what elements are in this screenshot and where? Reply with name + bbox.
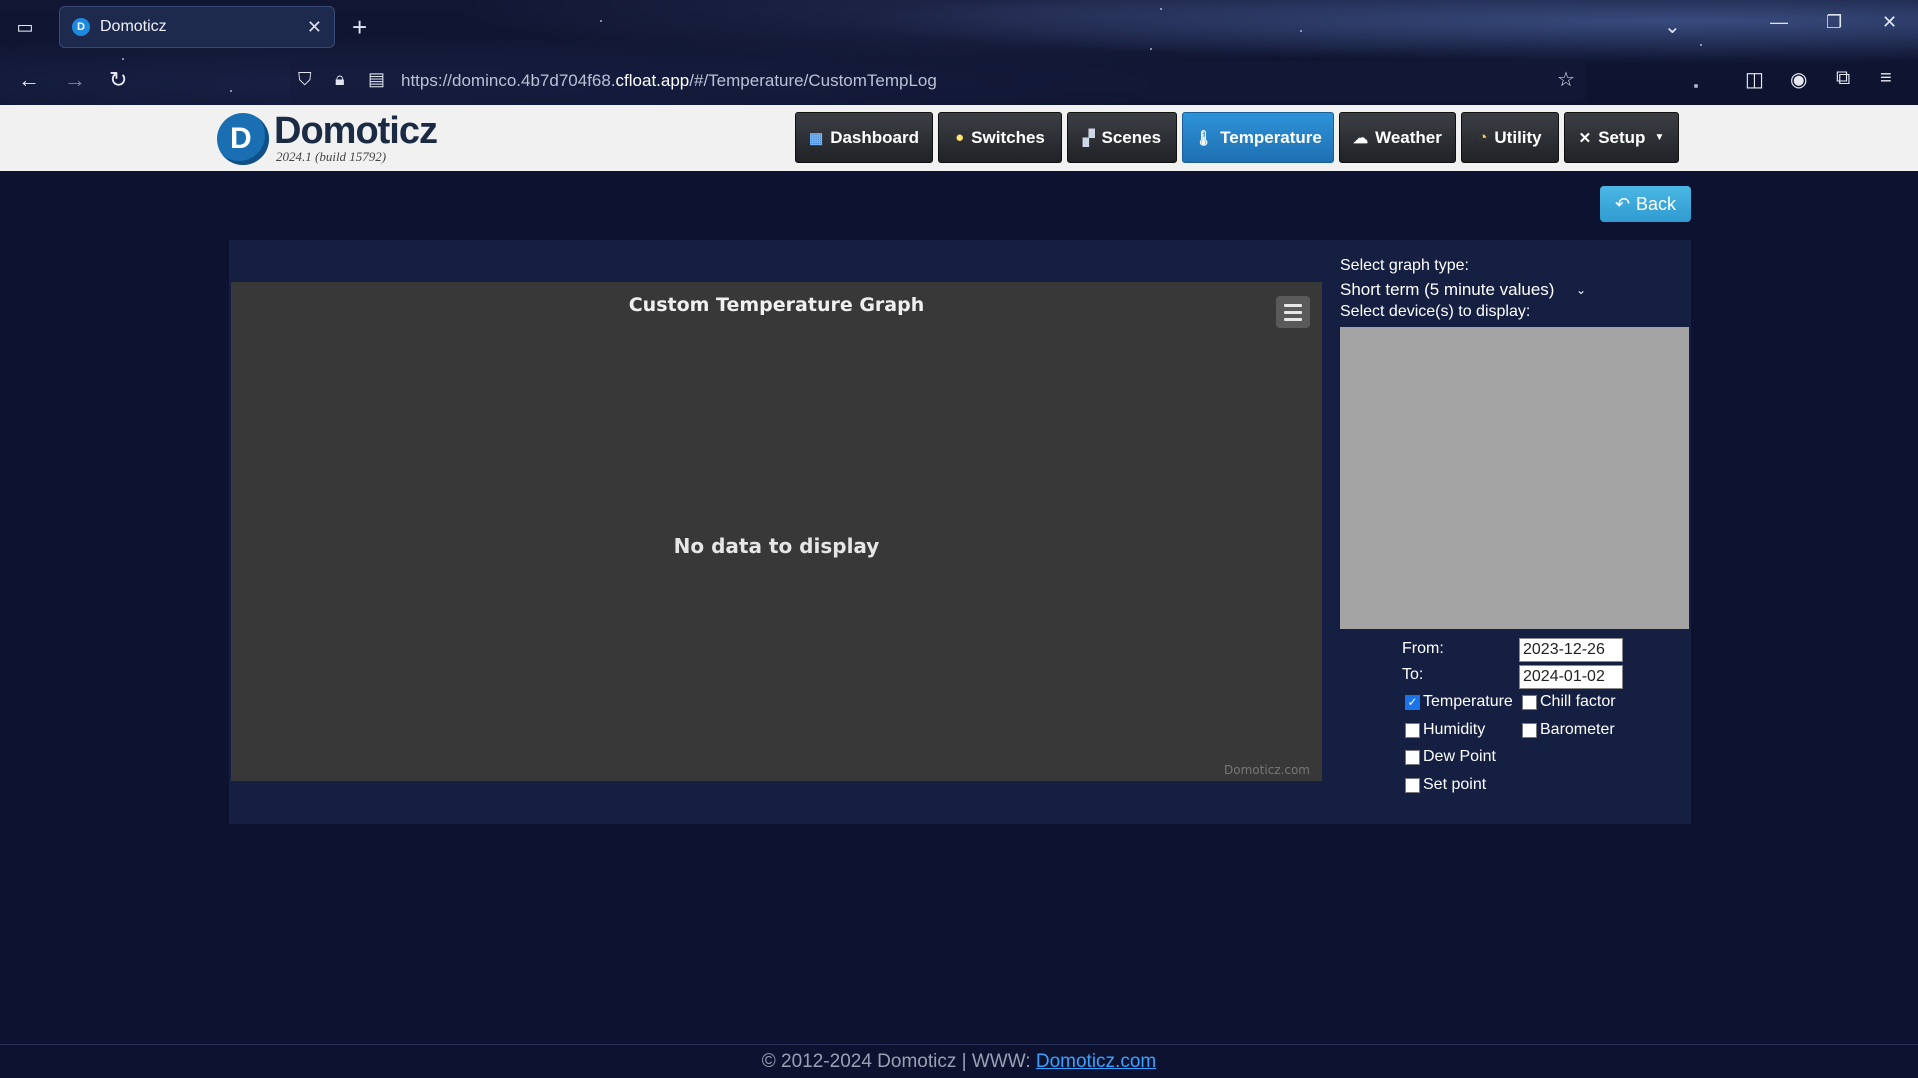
minimize-icon[interactable]: —	[1770, 12, 1788, 33]
checkbox-box[interactable]	[1405, 749, 1420, 765]
checkbox-chill-factor[interactable]: Chill factor	[1522, 693, 1616, 711]
nav-label: Temperature	[1220, 127, 1322, 147]
checkbox-box[interactable]	[1405, 722, 1420, 738]
star	[1694, 84, 1698, 88]
forward-arrow-icon[interactable]: →	[64, 66, 86, 94]
gauge-icon: ◔	[1478, 129, 1488, 146]
nav-label: Scenes	[1101, 127, 1162, 147]
tab-list-icon[interactable]: ▭	[14, 16, 36, 38]
checkbox-checked-icon[interactable]: ✓	[1405, 694, 1420, 710]
new-tab-plus-icon[interactable]: +	[352, 12, 367, 42]
to-date-input[interactable]	[1519, 665, 1623, 689]
graph-type-label: Select graph type:	[1340, 257, 1469, 274]
checkbox-box[interactable]	[1522, 722, 1537, 738]
back-arrow-icon[interactable]: ←	[18, 66, 40, 94]
nav-temperature[interactable]: 🌡︎ Temperature	[1182, 112, 1334, 163]
browser-tab[interactable]: D Domoticz ✕	[59, 6, 335, 48]
extensions-icon[interactable]: ⧉	[1836, 67, 1850, 90]
cloud-icon: ☁	[1353, 129, 1369, 147]
star	[600, 20, 602, 22]
chevron-down-icon: ⌄	[1575, 283, 1586, 297]
domoticz-logo-icon[interactable]: D	[217, 113, 269, 165]
footer: © 2012-2024 Domoticz | WWW: Domoticz.com	[0, 1051, 1918, 1073]
clapperboard-icon: ▞	[1082, 129, 1095, 147]
undo-arrow-icon: ↶	[1614, 193, 1631, 214]
account-icon[interactable]: ◉	[1790, 67, 1807, 92]
checkbox-label: Dew Point	[1423, 748, 1496, 765]
star	[1700, 44, 1702, 46]
shield-icon[interactable]: ⛉	[298, 69, 312, 90]
dashboard-icon: ▦	[809, 129, 824, 147]
device-select-list[interactable]	[1340, 327, 1689, 629]
graph-type-select[interactable]: Short term (5 minute values) ⌄	[1340, 280, 1590, 300]
nav-switches[interactable]: ● Switches	[938, 112, 1062, 163]
checkbox-label: Chill factor	[1540, 693, 1616, 710]
from-date-input[interactable]	[1519, 638, 1623, 662]
chart-title: Custom Temperature Graph	[628, 294, 925, 316]
back-button-label: Back	[1636, 193, 1677, 214]
checkbox-label: Barometer	[1540, 721, 1615, 738]
checkbox-label: Humidity	[1423, 721, 1486, 738]
pocket-icon[interactable]: ◫	[1745, 67, 1764, 92]
tab-overflow-chevron-icon[interactable]: ⌄	[1664, 14, 1681, 39]
graph-type-value: Short term (5 minute values)	[1340, 280, 1555, 299]
chart-credits[interactable]: Domoticz.com	[1224, 763, 1310, 777]
nav-utility[interactable]: ◔ Utility	[1461, 112, 1559, 163]
star	[1300, 30, 1302, 32]
to-label: To:	[1402, 666, 1424, 683]
url-text[interactable]: https://dominco.4b7d704f68.cfloat.app/#/…	[401, 71, 937, 91]
checkbox-dew-point[interactable]: Dew Point	[1405, 748, 1496, 766]
footer-link[interactable]: Domoticz.com	[1036, 1051, 1156, 1072]
url-path: /#/Temperature/CustomTempLog	[689, 71, 937, 90]
app-name: Domoticz	[274, 110, 438, 152]
url-prefix: https://dominco.4b7d704f68.	[401, 71, 616, 90]
nav-label: Weather	[1375, 127, 1442, 147]
domoticz-favicon-icon: D	[72, 18, 90, 36]
star	[1160, 8, 1162, 10]
checkbox-barometer[interactable]: Barometer	[1522, 721, 1615, 739]
footer-divider	[0, 1044, 1918, 1045]
reload-icon[interactable]: ↻	[109, 66, 127, 94]
nav-weather[interactable]: ☁ Weather	[1339, 112, 1456, 163]
restore-icon[interactable]: ❐	[1826, 12, 1842, 33]
checkbox-box[interactable]	[1405, 777, 1420, 793]
checkbox-set-point[interactable]: Set point	[1405, 776, 1486, 794]
chart-area: Custom Temperature Graph No data to disp…	[231, 282, 1322, 781]
no-data-message: No data to display	[673, 534, 880, 558]
tools-icon: ✕	[1578, 129, 1592, 147]
from-label: From:	[1402, 640, 1444, 657]
star	[122, 58, 124, 60]
nav-label: Dashboard	[830, 127, 919, 147]
checkbox-label: Temperature	[1423, 693, 1513, 710]
nav-label: Setup	[1598, 127, 1646, 147]
checkbox-box[interactable]	[1522, 694, 1537, 710]
star	[1150, 48, 1152, 50]
lightbulb-icon: ●	[955, 129, 965, 146]
nav-label: Switches	[971, 127, 1045, 147]
close-icon[interactable]: ✕	[307, 17, 322, 38]
checkbox-temperature[interactable]: ✓ Temperature	[1405, 693, 1513, 711]
checkbox-label: Set point	[1423, 776, 1487, 793]
lock-icon[interactable]: 🔒︎	[335, 69, 345, 90]
back-button[interactable]: ↶ Back	[1600, 186, 1691, 222]
star	[230, 90, 232, 92]
chevron-down-icon: ▼	[1654, 132, 1665, 143]
url-host: cfloat.app	[615, 71, 690, 90]
nav-scenes[interactable]: ▞ Scenes	[1067, 112, 1177, 163]
thermometer-icon: 🌡︎	[1194, 129, 1214, 147]
bookmark-star-icon[interactable]: ☆	[1557, 67, 1575, 92]
menu-icon[interactable]: ≡	[1880, 67, 1892, 90]
tab-title: Domoticz	[100, 18, 167, 35]
nav-setup[interactable]: ✕ Setup ▼	[1564, 112, 1679, 163]
checkbox-humidity[interactable]: Humidity	[1405, 721, 1485, 739]
nav-label: Utility	[1494, 127, 1542, 147]
chart-context-menu-button[interactable]	[1276, 296, 1310, 328]
footer-text: © 2012-2024 Domoticz | WWW:	[761, 1051, 1036, 1072]
app-version: 2024.1 (build 15792)	[276, 149, 387, 164]
devices-label: Select device(s) to display:	[1340, 303, 1531, 320]
page-info-icon[interactable]: ▤	[368, 69, 385, 90]
window-close-icon[interactable]: ✕	[1882, 12, 1897, 33]
nav-dashboard[interactable]: ▦ Dashboard	[795, 112, 933, 163]
